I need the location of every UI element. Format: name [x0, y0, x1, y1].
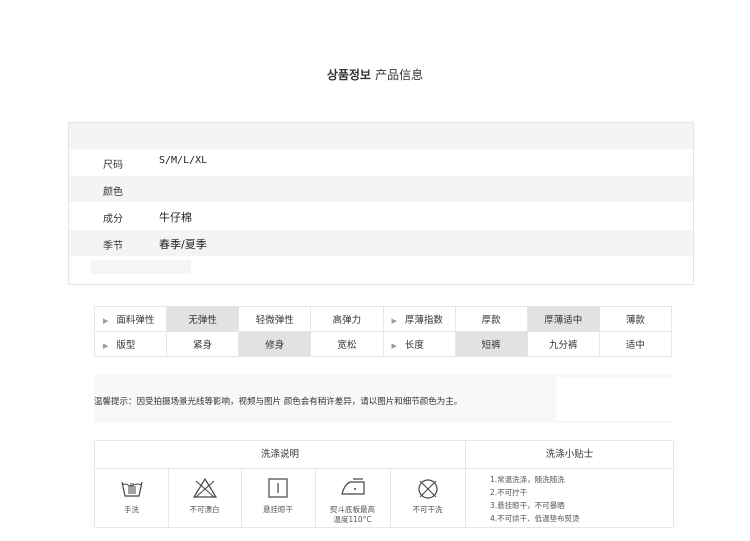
info-key: 尺码: [103, 160, 123, 171]
triangle-right-icon: ▶: [391, 342, 397, 350]
washing-tip: 2.不可拧干: [490, 488, 528, 497]
attribute-option-selected: 无弹性: [166, 306, 240, 332]
attribute-option-selected: 修身: [238, 331, 312, 357]
attribute-label: ▶ 厚薄指数: [382, 306, 456, 332]
no-dry-clean-icon: [417, 479, 438, 499]
attribute-row-elasticity: ▶ 面料弹性 无弹性 轻微弹性 高弹力 ▶ 厚薄指数 厚款 厚薄适中 薄款: [93, 306, 673, 332]
washing-tip: 4.不可烘干、低温垫布熨烫: [490, 514, 580, 523]
hang-dry-icon: [268, 478, 288, 498]
attribute-label: ▶ 长度: [382, 331, 456, 357]
wash-caption: 不可漂白: [189, 505, 220, 514]
washing-tip: 1.常温洗涤，随洗随洗: [490, 475, 565, 484]
attribute-option: 高弹力: [310, 306, 384, 332]
info-header-bar: [69, 123, 693, 149]
info-value: 春季/夏季: [159, 238, 207, 251]
wash-caption: 悬挂晾干: [263, 505, 293, 514]
hand-wash-icon: [120, 481, 143, 497]
attribute-option-selected: 短裤: [454, 331, 528, 357]
attribute-option: 九分裤: [526, 331, 600, 357]
wash-symbol-hand-wash: 手洗: [95, 469, 169, 527]
attribute-table: ▶ 面料弹性 无弹性 轻微弹性 高弹力 ▶ 厚薄指数 厚款 厚薄适中 薄款 ▶ 版型 …: [93, 306, 673, 357]
info-value: S/M/L/XL: [159, 155, 208, 166]
wash-symbol-no-dry-clean: 不可干洗: [390, 469, 466, 527]
info-row-season: 季节 春季/夏季: [69, 230, 693, 256]
washing-tip: 3.悬挂晾干，不可暴晒: [490, 501, 565, 510]
wash-caption: 不可干洗: [412, 505, 443, 514]
info-key: 季节: [103, 241, 123, 252]
wash-symbol-hang-dry: 悬挂晾干: [241, 469, 316, 527]
washing-heading: 洗涤说明: [95, 441, 466, 469]
color-notice-text: 温馨提示：因受拍摄场景光线等影响，视频与图片 颜色会有稍许差异，请以图片和细节颜…: [94, 397, 463, 407]
attribute-option: 轻微弹性: [238, 306, 312, 332]
attribute-option: 紧身: [166, 331, 240, 357]
attribute-option: 适中: [598, 331, 673, 357]
no-bleach-icon: [192, 477, 217, 498]
info-key: 成分: [103, 214, 123, 225]
info-blank-cell: [91, 260, 191, 274]
wash-symbol-no-bleach: 不可漂白: [168, 469, 242, 527]
triangle-right-icon: ▶: [103, 342, 109, 350]
triangle-right-icon: ▶: [103, 317, 109, 325]
info-row-size: 尺码 S/M/L/XL: [69, 149, 693, 175]
wash-symbol-iron: 熨斗底板最高 温度110°C: [315, 469, 391, 527]
color-notice-box: 温馨提示：因受拍摄场景光线等影响，视频与图片 颜色会有稍许差异，请以图片和细节颜…: [94, 375, 672, 423]
info-value: 牛仔棉: [159, 211, 192, 224]
wash-caption: 熨斗底板最高 温度110°C: [330, 505, 375, 524]
attribute-option: 厚款: [454, 306, 528, 332]
info-row-material: 成分 牛仔棉: [69, 203, 693, 229]
triangle-right-icon: ▶: [391, 317, 397, 325]
title-main: 상품정보: [326, 68, 371, 82]
info-key: 颜色: [103, 187, 123, 198]
notice-blank-area: [556, 377, 672, 421]
wash-caption: 手洗: [124, 505, 139, 514]
product-info-panel: 尺码 S/M/L/XL 颜色 成分 牛仔棉 季节 春季/夏季: [68, 122, 694, 285]
page-title: 상품정보 产品信息: [0, 66, 750, 83]
attribute-label: ▶ 面料弹性: [93, 306, 168, 332]
washing-instructions-panel: 洗涤说明 洗涤小贴士 手洗 不可漂白 悬挂晾干 熨斗底板最高 温度110°C 不…: [94, 440, 674, 528]
info-row-color: 颜色: [69, 176, 693, 202]
attribute-label: ▶ 版型: [93, 331, 168, 357]
attribute-row-fit: ▶ 版型 紧身 修身 宽松 ▶ 长度 短裤 九分裤 适中: [93, 331, 673, 357]
attribute-option: 宽松: [310, 331, 384, 357]
attribute-option-selected: 厚薄适中: [526, 306, 600, 332]
title-sub: 产品信息: [375, 68, 424, 82]
washing-tips-list: 1.常温洗涤，随洗随洗 2.不可拧干 3.悬挂晾干，不可暴晒 4.不可烘干、低温…: [490, 473, 580, 525]
attribute-option: 薄款: [598, 306, 673, 332]
iron-icon: [340, 478, 365, 495]
washing-tips-heading: 洗涤小贴士: [466, 441, 673, 469]
